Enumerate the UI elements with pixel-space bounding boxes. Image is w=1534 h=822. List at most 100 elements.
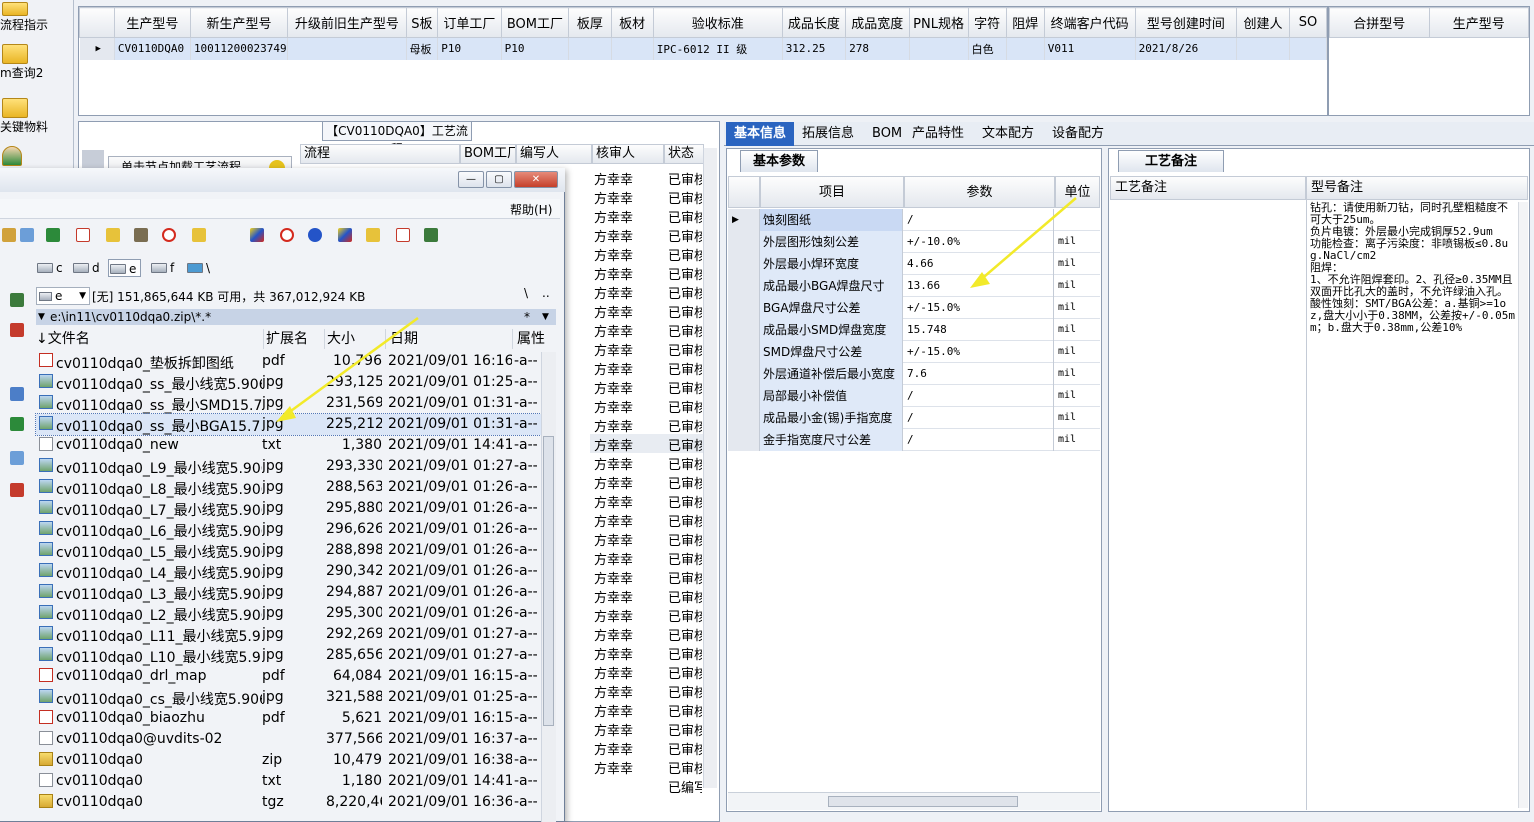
- grid-cell[interactable]: CV0110DQA0: [114, 37, 191, 60]
- grid-col-header[interactable]: 阻焊: [1005, 7, 1045, 38]
- params-hscrollbar[interactable]: [728, 792, 1100, 810]
- param-row[interactable]: 成品最小金(锡)手指宽度 / mil: [728, 407, 1100, 429]
- param-value[interactable]: /: [904, 209, 1054, 231]
- col-filename[interactable]: ↓文件名: [36, 329, 264, 349]
- network-icon[interactable]: [424, 228, 438, 242]
- grid-cell[interactable]: 278: [845, 37, 910, 60]
- process-row[interactable]: 方幸幸 已审核: [590, 358, 705, 378]
- file-row[interactable]: cv0110dqa0_L6_最小线宽5.906 jpg 296,626 2021/09…: [36, 519, 541, 540]
- col-writer[interactable]: 编写人: [516, 144, 592, 164]
- param-value[interactable]: +/-15.0%: [904, 297, 1054, 319]
- file-row[interactable]: cv0110dqa0_L8_最小线宽5.906 jpg 288,563 2021/09…: [36, 477, 541, 498]
- picture-icon[interactable]: [10, 451, 24, 465]
- grid-cell[interactable]: 2021/8/26: [1135, 37, 1238, 60]
- toolbar-icon[interactable]: [20, 228, 34, 242]
- param-value[interactable]: 15.748: [904, 319, 1054, 341]
- file-row[interactable]: cv0110dqa0_L10_最小线宽5.9.. jpg 285,656 2021/0…: [36, 645, 541, 666]
- file-row[interactable]: cv0110dqa0_L3_最小线宽5.906 jpg 294,887 2021/09…: [36, 582, 541, 603]
- book-icon[interactable]: [106, 228, 120, 242]
- process-row[interactable]: 方幸幸 已审核: [590, 529, 705, 549]
- col-reviewer[interactable]: 核审人: [592, 144, 664, 164]
- info-icon[interactable]: [308, 228, 322, 242]
- tab-basic-info[interactable]: 基本信息: [726, 122, 795, 146]
- col-param[interactable]: 参数: [904, 176, 1055, 208]
- grid-col-header[interactable]: 验收标准: [652, 7, 783, 38]
- toolbar-icon[interactable]: [2, 228, 16, 242]
- param-value[interactable]: 13.66: [904, 275, 1054, 297]
- process-row[interactable]: 方幸幸 已审核: [590, 662, 705, 682]
- flag-icon[interactable]: [250, 228, 264, 242]
- col-status[interactable]: 状态: [664, 144, 704, 164]
- process-row[interactable]: 方幸幸 已审核: [590, 719, 705, 739]
- grid-col-header[interactable]: 成品宽度: [845, 7, 910, 38]
- grid-col-header[interactable]: 字符: [967, 7, 1007, 38]
- process-row[interactable]: 方幸幸 已审核: [590, 586, 705, 606]
- grid-col-header[interactable]: 创建人: [1236, 7, 1290, 38]
- process-row[interactable]: 方幸幸 已审核: [590, 206, 705, 226]
- param-value[interactable]: /: [904, 385, 1054, 407]
- grid-col-header[interactable]: BOM工厂: [500, 7, 570, 38]
- tab-product-features[interactable]: 产品特性: [904, 122, 972, 146]
- grid-cell[interactable]: [611, 37, 654, 60]
- nav-item-key-material[interactable]: 关键物料: [0, 98, 74, 135]
- tab-extended-info[interactable]: 拓展信息: [794, 122, 862, 146]
- grid-cell[interactable]: [1236, 37, 1290, 60]
- drive-select[interactable]: e ▼: [36, 287, 90, 305]
- file-row[interactable]: cv0110dqa0_L5_最小线宽5.906 jpg 288,898 2021/09…: [36, 540, 541, 561]
- merge-col-header[interactable]: 合拼型号: [1329, 7, 1430, 38]
- col-item[interactable]: 项目: [760, 176, 904, 208]
- process-scrollbar[interactable]: [703, 148, 717, 788]
- nav-item-query[interactable]: m查询2: [0, 44, 74, 81]
- root-button[interactable]: \: [524, 286, 528, 300]
- param-row[interactable]: 金手指宽度尺寸公差 / mil: [728, 429, 1100, 451]
- col-process-notes[interactable]: 工艺备注: [1110, 176, 1306, 200]
- process-row[interactable]: 方幸幸 已审核: [590, 472, 705, 492]
- process-row[interactable]: 方幸幸 已审核: [590, 263, 705, 283]
- path-bar[interactable]: ▼ e:\in11\cv0110dqa0.zip\*.* * ▼: [36, 309, 556, 325]
- nav-item-flow[interactable]: 流程指示: [0, 2, 74, 33]
- product-row[interactable]: ▶ CV0110DQA0 10011200023749 母板 P10 P10 IPC-601…: [79, 37, 1328, 60]
- process-row[interactable]: 方幸幸 已审核: [590, 700, 705, 720]
- file-row[interactable]: cv0110dqa0_ss_最小BGA15.7.. jpg 225,212 2021/…: [35, 413, 542, 436]
- process-row[interactable]: 方幸幸 已审核: [590, 168, 705, 188]
- grid-cell[interactable]: 312.25: [782, 37, 847, 60]
- param-row[interactable]: 外层最小焊环宽度 4.66 mil: [728, 253, 1100, 275]
- file-row[interactable]: cv0110dqa0_L4_最小线宽5.906 jpg 290,342 2021/09…: [36, 561, 541, 582]
- file-row[interactable]: cv0110dqa0 zip 10,479 2021/09/01 16:38 -a--: [36, 750, 541, 771]
- grid-cell[interactable]: P10: [501, 37, 570, 60]
- param-row[interactable]: 成品最小BGA焊盘尺寸 13.66 mil: [728, 275, 1100, 297]
- grid-col-header[interactable]: S板: [405, 7, 439, 38]
- tab-equipment-recipe[interactable]: 设备配方: [1044, 122, 1112, 146]
- file-row[interactable]: cv0110dqa0_drl_map pdf 64,084 2021/09/01 16…: [36, 666, 541, 687]
- file-row[interactable]: cv0110dqa0 txt 1,180 2021/09/01 14:41 -a--: [36, 771, 541, 792]
- param-row[interactable]: ▶ 蚀刻图纸 /: [728, 209, 1100, 231]
- process-row[interactable]: 方幸幸 已审核: [590, 244, 705, 264]
- process-row[interactable]: 方幸幸 已审核: [590, 605, 705, 625]
- process-row[interactable]: 方幸幸 已审核: [590, 738, 705, 758]
- scroll-thumb[interactable]: [828, 796, 1018, 807]
- grid-cell[interactable]: [1006, 37, 1045, 60]
- grid-cell[interactable]: 白色: [968, 37, 1007, 60]
- grid-col-header[interactable]: SO: [1288, 7, 1328, 38]
- file-row[interactable]: cv0110dqa0_垫板拆卸图纸 pdf 10,796 2021/09/01 16:…: [36, 351, 541, 372]
- file-row[interactable]: cv0110dqa0_L2_最小线宽5.906 jpg 295,300 2021/09…: [36, 603, 541, 624]
- col-extension[interactable]: 扩展名: [265, 329, 325, 349]
- process-row[interactable]: 方幸幸 已审核: [590, 434, 705, 454]
- grid-cell[interactable]: [568, 37, 612, 60]
- document-icon[interactable]: [76, 228, 90, 242]
- scroll-thumb[interactable]: [543, 436, 554, 726]
- col-attributes[interactable]: 属性: [514, 329, 556, 349]
- param-value[interactable]: /: [904, 407, 1054, 429]
- process-row[interactable]: 方幸幸 已审核: [590, 681, 705, 701]
- process-row[interactable]: 方幸幸 已审核: [590, 567, 705, 587]
- grid-col-header[interactable]: 成品长度: [781, 7, 847, 38]
- pdf-icon[interactable]: [396, 228, 410, 242]
- tab-text-recipe[interactable]: 文本配方: [974, 122, 1042, 146]
- drive-f[interactable]: f: [150, 259, 174, 277]
- filter-button[interactable]: *: [524, 309, 530, 325]
- process-row[interactable]: 方幸幸 已审核: [590, 282, 705, 302]
- grid-cell[interactable]: P10: [437, 37, 502, 60]
- param-value[interactable]: 4.66: [904, 253, 1054, 275]
- grid-cell[interactable]: V011: [1044, 37, 1136, 60]
- param-value[interactable]: /: [904, 429, 1054, 451]
